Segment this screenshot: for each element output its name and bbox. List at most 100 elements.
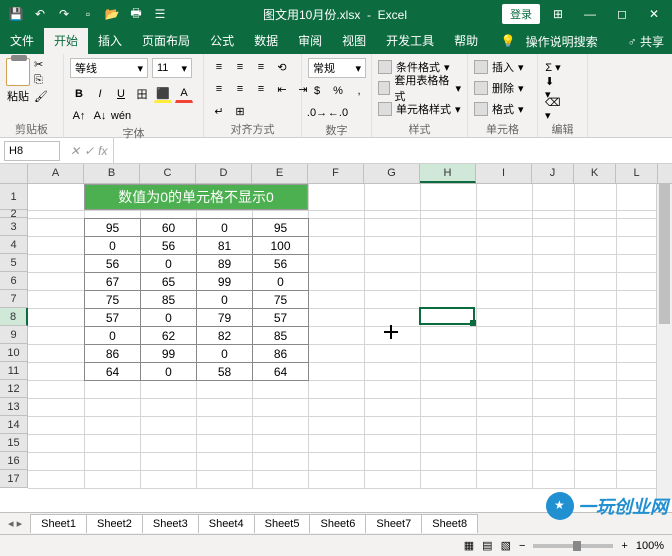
select-all-corner[interactable]: [0, 164, 28, 183]
underline-button[interactable]: U: [112, 85, 130, 103]
phonetic-icon[interactable]: wén: [112, 107, 130, 125]
row-header-12[interactable]: 12: [0, 380, 28, 398]
zoom-out-icon[interactable]: −: [519, 540, 525, 552]
cell[interactable]: 100: [252, 236, 309, 255]
format-cells-button[interactable]: 格式 ▾: [474, 100, 524, 118]
format-as-table-button[interactable]: 套用表格格式 ▾: [378, 79, 461, 97]
align-left-icon[interactable]: ≡: [210, 80, 228, 98]
tab-file[interactable]: 文件: [0, 28, 44, 54]
merged-title-cell[interactable]: 数值为0的单元格不显示0: [84, 184, 308, 210]
italic-button[interactable]: I: [91, 85, 109, 103]
fill-icon[interactable]: ⬇ ▾: [544, 79, 562, 97]
comma-icon[interactable]: ,: [350, 82, 368, 100]
percent-icon[interactable]: %: [329, 82, 347, 100]
row-header-3[interactable]: 3: [0, 218, 28, 236]
bold-button[interactable]: B: [70, 85, 88, 103]
sheet-tab-sheet6[interactable]: Sheet6: [309, 514, 366, 533]
sheet-tab-sheet5[interactable]: Sheet5: [254, 514, 311, 533]
cell[interactable]: 64: [84, 362, 141, 381]
zoom-level[interactable]: 100%: [636, 540, 664, 552]
row-header-7[interactable]: 7: [0, 290, 28, 308]
view-break-icon[interactable]: ▧: [501, 539, 511, 552]
touch-icon[interactable]: ☰: [152, 6, 168, 22]
row-header-1[interactable]: 1: [0, 184, 28, 210]
col-header-C[interactable]: C: [140, 164, 196, 183]
name-box[interactable]: H8: [4, 141, 60, 161]
vertical-scrollbar[interactable]: [656, 184, 672, 500]
cell[interactable]: 60: [140, 218, 197, 237]
copy-icon[interactable]: ⎘: [34, 74, 48, 87]
align-bottom-icon[interactable]: ≡: [252, 58, 270, 76]
col-header-F[interactable]: F: [308, 164, 364, 183]
row-header-14[interactable]: 14: [0, 416, 28, 434]
merge-center-icon[interactable]: ⊞: [231, 102, 249, 120]
ribbon-options-icon[interactable]: ⊞: [544, 7, 572, 21]
cell[interactable]: 86: [84, 344, 141, 363]
cell[interactable]: 0: [196, 290, 253, 309]
col-header-I[interactable]: I: [476, 164, 532, 183]
cell[interactable]: 0: [196, 218, 253, 237]
increase-font-icon[interactable]: A↑: [70, 107, 88, 125]
cell[interactable]: 75: [84, 290, 141, 309]
col-header-D[interactable]: D: [196, 164, 252, 183]
cell[interactable]: 0: [84, 326, 141, 345]
undo-icon[interactable]: ↶: [32, 6, 48, 22]
cut-icon[interactable]: ✂: [34, 58, 48, 71]
tab-help[interactable]: 帮助: [444, 28, 488, 54]
delete-cells-button[interactable]: 删除 ▾: [474, 79, 524, 97]
indent-left-icon[interactable]: ⇤: [273, 80, 291, 98]
increase-decimal-icon[interactable]: .0→: [308, 104, 326, 122]
row-header-5[interactable]: 5: [0, 254, 28, 272]
view-normal-icon[interactable]: ▦: [464, 539, 474, 552]
col-header-J[interactable]: J: [532, 164, 574, 183]
formula-input[interactable]: [113, 138, 672, 163]
col-header-G[interactable]: G: [364, 164, 420, 183]
cell-styles-button[interactable]: 单元格样式 ▾: [378, 100, 461, 118]
zoom-slider[interactable]: [533, 544, 613, 548]
minimize-icon[interactable]: —: [576, 7, 604, 21]
cell[interactable]: 57: [252, 308, 309, 327]
cell[interactable]: 0: [252, 272, 309, 291]
cell[interactable]: 85: [140, 290, 197, 309]
col-header-B[interactable]: B: [84, 164, 140, 183]
tell-me[interactable]: 操作说明搜索: [526, 33, 598, 50]
close-icon[interactable]: ✕: [640, 7, 668, 21]
font-color-button[interactable]: A: [175, 85, 193, 103]
cell[interactable]: 56: [140, 236, 197, 255]
tab-data[interactable]: 数据: [244, 28, 288, 54]
cell[interactable]: 89: [196, 254, 253, 273]
align-middle-icon[interactable]: ≡: [231, 58, 249, 76]
insert-cells-button[interactable]: 插入 ▾: [474, 58, 524, 76]
row-header-15[interactable]: 15: [0, 434, 28, 452]
row-header-6[interactable]: 6: [0, 272, 28, 290]
cell[interactable]: 75: [252, 290, 309, 309]
fx-icon[interactable]: fx: [98, 144, 107, 158]
wrap-text-icon[interactable]: ↵: [210, 102, 228, 120]
autosum-icon[interactable]: Σ ▾: [544, 58, 562, 76]
border-button[interactable]: 田: [133, 85, 151, 103]
row-header-2[interactable]: 2: [0, 210, 28, 218]
format-painter-icon[interactable]: 🖌: [34, 90, 48, 103]
open-icon[interactable]: 📂: [104, 6, 120, 22]
row-header-8[interactable]: 8: [0, 308, 28, 326]
login-button[interactable]: 登录: [502, 4, 540, 24]
maximize-icon[interactable]: ◻: [608, 7, 636, 21]
row-header-17[interactable]: 17: [0, 470, 28, 488]
orientation-icon[interactable]: ⟲: [273, 58, 291, 76]
align-center-icon[interactable]: ≡: [231, 80, 249, 98]
cell[interactable]: 62: [140, 326, 197, 345]
cell[interactable]: 95: [252, 218, 309, 237]
col-header-L[interactable]: L: [616, 164, 658, 183]
font-name-combo[interactable]: 等线▾: [70, 58, 148, 78]
clear-icon[interactable]: ⌫ ▾: [544, 100, 562, 118]
sheet-tab-sheet7[interactable]: Sheet7: [365, 514, 422, 533]
new-icon[interactable]: ▫: [80, 6, 96, 22]
font-size-combo[interactable]: 11▾: [152, 58, 192, 78]
sheet-tab-sheet3[interactable]: Sheet3: [142, 514, 199, 533]
row-header-13[interactable]: 13: [0, 398, 28, 416]
cell[interactable]: 64: [252, 362, 309, 381]
col-header-A[interactable]: A: [28, 164, 84, 183]
cell[interactable]: 95: [84, 218, 141, 237]
align-top-icon[interactable]: ≡: [210, 58, 228, 76]
tab-layout[interactable]: 页面布局: [132, 28, 200, 54]
